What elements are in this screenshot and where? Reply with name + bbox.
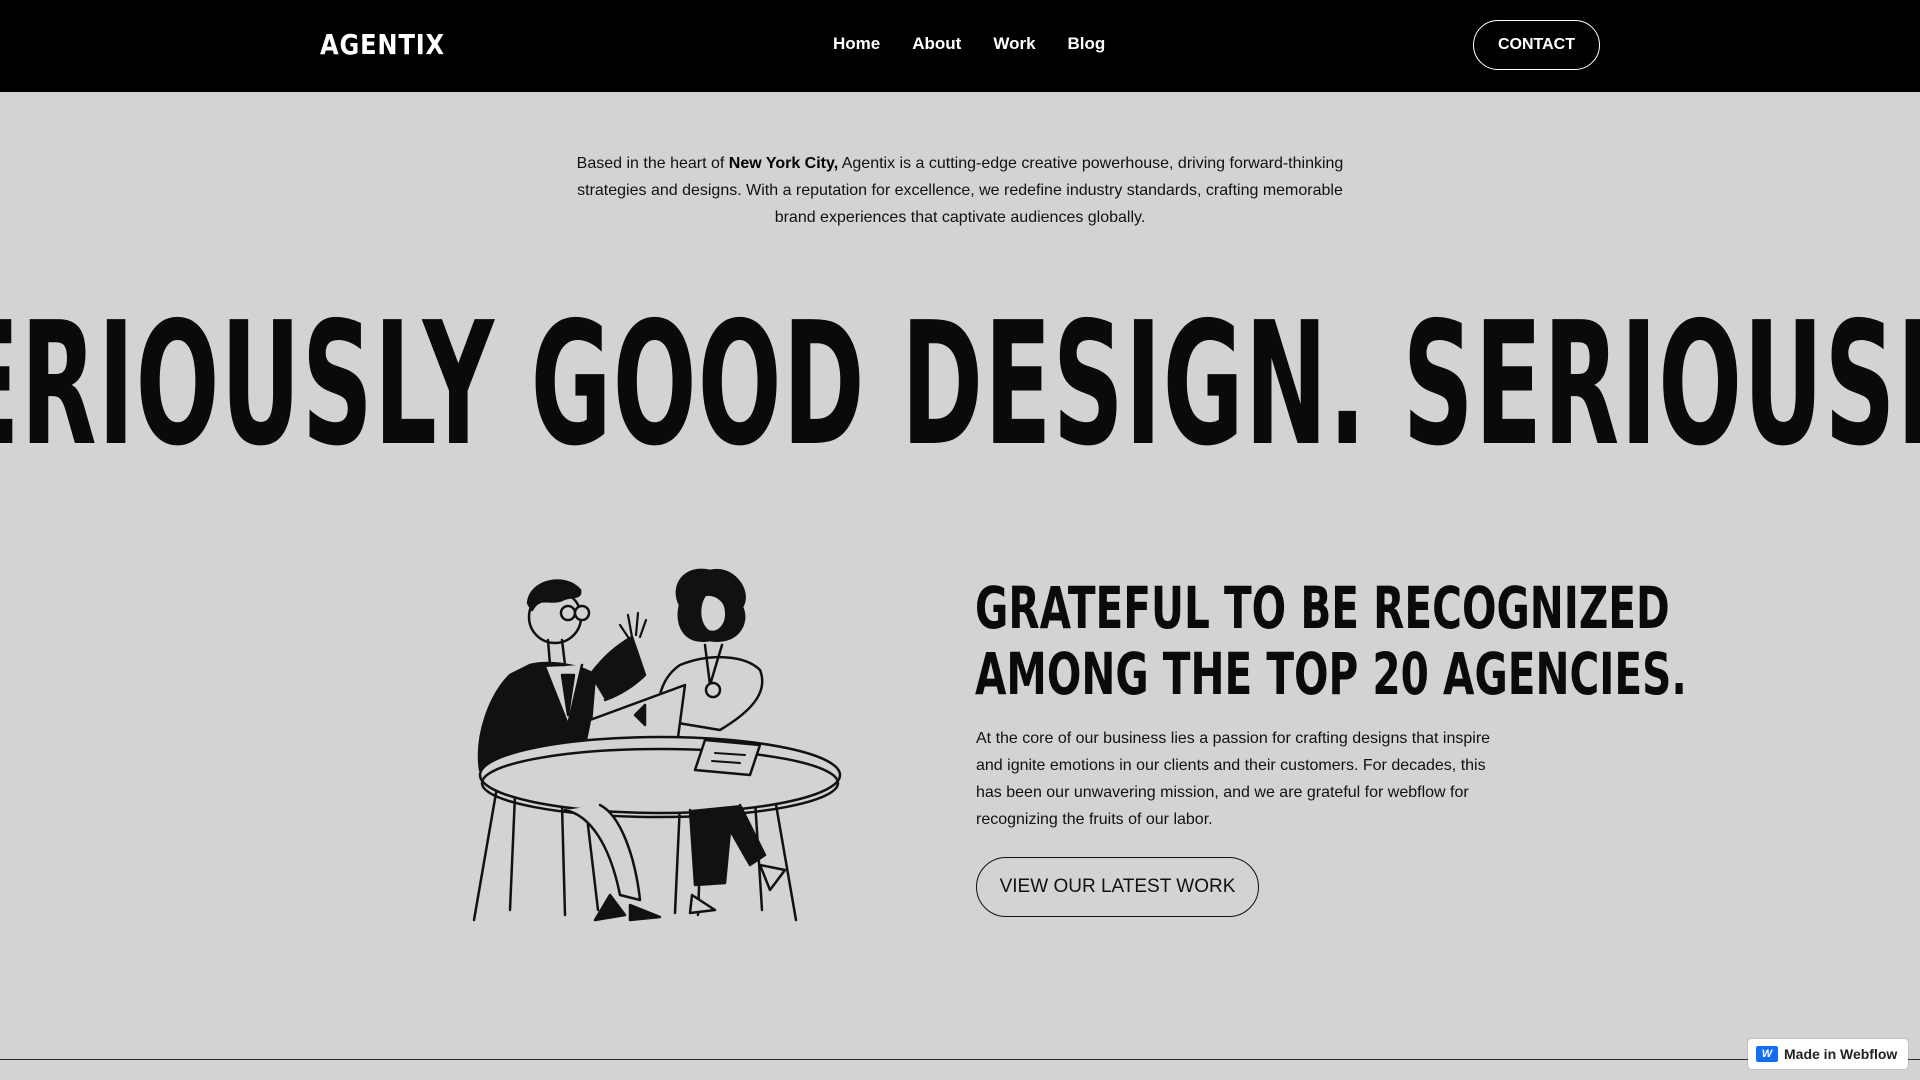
- logo[interactable]: AGENTIX: [320, 28, 445, 61]
- nav-links: Home About Work Blog: [833, 34, 1105, 54]
- webflow-icon: W: [1756, 1046, 1778, 1062]
- team-meeting-illustration: [470, 565, 860, 930]
- view-latest-work-button[interactable]: VIEW OUR LATEST WORK: [976, 857, 1259, 917]
- section-divider: [0, 1059, 1920, 1060]
- intro-location: New York City,: [728, 155, 839, 172]
- headline-line-1: GRATEFUL TO BE RECOGNIZED: [975, 574, 1670, 642]
- badge-label: Made in Webflow: [1784, 1046, 1898, 1062]
- nav-link-blog[interactable]: Blog: [1068, 34, 1106, 54]
- nav-link-home[interactable]: Home: [833, 34, 880, 54]
- marquee-banner: SERIOUSLY GOOD DESIGN. SERIOUSLY GOOD DE…: [0, 300, 1920, 470]
- recognition-headline: GRATEFUL TO BE RECOGNIZED AMONG THE TOP …: [975, 574, 1687, 708]
- nav-link-about[interactable]: About: [912, 34, 961, 54]
- recognition-body: At the core of our business lies a passi…: [976, 730, 1491, 828]
- headline-line-2: AMONG THE TOP 20 AGENCIES.: [975, 640, 1687, 708]
- contact-button[interactable]: CONTACT: [1473, 20, 1600, 70]
- nav-link-work[interactable]: Work: [993, 34, 1035, 54]
- top-nav: AGENTIX Home About Work Blog CONTACT: [0, 0, 1920, 92]
- intro-prefix: Based in the heart of: [576, 155, 729, 172]
- made-in-webflow-badge[interactable]: W Made in Webflow: [1748, 1039, 1908, 1069]
- marquee-text: SERIOUSLY GOOD DESIGN. SERIOUSLY GOOD DE…: [0, 300, 1920, 470]
- intro-paragraph: Based in the heart of New York City, Age…: [560, 150, 1360, 231]
